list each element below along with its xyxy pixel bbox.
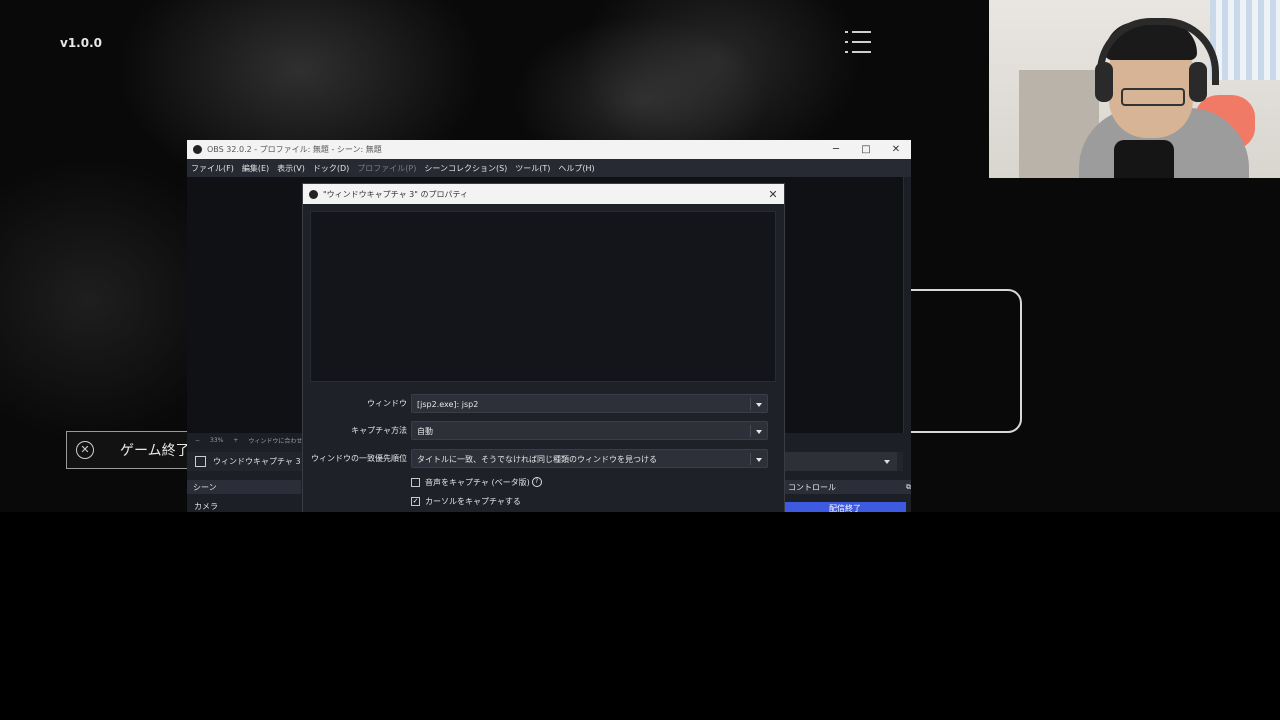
shirt-shape [1114, 140, 1174, 178]
menu-dock[interactable]: ドック(D) [309, 163, 353, 174]
capture-preview [310, 211, 776, 382]
dialog-close-button[interactable]: ✕ [762, 188, 784, 201]
glasses-shape [1121, 88, 1185, 106]
stop-streaming-button[interactable]: 配信終了 [784, 502, 906, 512]
capture-cursor-label: カーソルをキャプチャする [425, 496, 521, 506]
scene-item-camera[interactable]: カメラ [194, 501, 218, 512]
capture-audio-checkbox[interactable]: 音声をキャプチャ (ベータ版) ? [411, 476, 542, 488]
capture-audio-label: 音声をキャプチャ (ベータ版) [425, 477, 530, 487]
headphone-cup-right [1189, 62, 1207, 102]
obs-logo-icon [193, 145, 202, 154]
curtain-shape [1210, 0, 1280, 80]
menu-view[interactable]: 表示(V) [273, 163, 309, 174]
dialog-titlebar: "ウィンドウキャプチャ 3" のプロパティ ✕ [303, 184, 784, 204]
menu-profile: プロファイル(P) [357, 163, 417, 173]
window-capture-properties-dialog: "ウィンドウキャプチャ 3" のプロパティ ✕ ウィンドウ [jsp2.exe]… [302, 183, 785, 512]
checkbox-checked-icon: ✓ [411, 496, 420, 506]
zoom-fit-button[interactable]: ウィンドウに合わせ [248, 436, 302, 445]
headphone-cup-left [1095, 62, 1113, 102]
checkbox-unchecked-icon [411, 477, 420, 487]
window-icon [195, 456, 206, 467]
zoom-in-button[interactable]: + [233, 437, 238, 444]
hamburger-menu-icon[interactable] [845, 31, 871, 53]
maximize-button[interactable]: □ [851, 144, 881, 155]
minimize-button[interactable]: ─ [821, 144, 851, 155]
menu-tools[interactable]: ツール(T) [511, 163, 554, 174]
close-circle-icon: ✕ [76, 441, 94, 459]
source-dropdown[interactable] [782, 452, 897, 471]
controls-dock-title: コントロール [788, 482, 836, 492]
dialog-title: "ウィンドウキャプチャ 3" のプロパティ [323, 189, 468, 199]
capture-method-label: キャプチャ方法 [351, 426, 407, 435]
capture-method-select[interactable]: 自動 [411, 421, 768, 440]
window-match-priority-row: ウィンドウの一致優先順位 タイトルに一致、そうでなければ同じ種類のウィンドウを見… [303, 449, 784, 468]
obs-window-title: OBS 32.0.2 - プロファイル: 無題 - シーン: 無題 [207, 145, 382, 154]
selected-source-name: ウィンドウキャプチャ 3 [213, 457, 301, 466]
window-match-priority-select[interactable]: タイトルに一致、そうでなければ同じ種類のウィンドウを見つける [411, 449, 768, 468]
game-end-label: ゲーム終了 [120, 443, 190, 459]
capture-method-row: キャプチャ方法 自動 [303, 421, 784, 440]
menu-edit[interactable]: 編集(E) [238, 163, 273, 174]
window-label: ウィンドウ [367, 399, 407, 408]
scene-list: カメラ [187, 501, 218, 512]
scenes-dock-header: シーン [187, 480, 301, 494]
help-icon[interactable]: ? [531, 477, 542, 487]
obs-titlebar: OBS 32.0.2 - プロファイル: 無題 - シーン: 無題 ─ □ ✕ [187, 140, 911, 159]
version-label: v1.0.0 [60, 36, 102, 50]
close-button[interactable]: ✕ [881, 144, 911, 155]
menu-file[interactable]: ファイル(F) [187, 163, 238, 174]
obs-menubar: ファイル(F) 編集(E) 表示(V) ドック(D) プロファイル(P) シーン… [187, 159, 911, 177]
menu-scene-collection[interactable]: シーンコレクション(S) [420, 163, 511, 174]
window-row: ウィンドウ [jsp2.exe]: jsp2 [303, 394, 784, 413]
window-match-priority-label: ウィンドウの一致優先順位 [311, 454, 407, 463]
menu-help[interactable]: ヘルプ(H) [554, 163, 598, 174]
obs-logo-icon [309, 189, 318, 199]
capture-cursor-checkbox[interactable]: ✓ カーソルをキャプチャする [411, 495, 521, 507]
zoom-out-button[interactable]: − [195, 437, 200, 444]
stream-background: v1.0.0 ✕ ゲーム終了 OBS 32.0.2 - プロファイル: 無題 -… [0, 0, 1280, 512]
game-end-button[interactable]: ✕ ゲーム終了 [66, 431, 198, 469]
scenes-dock-title: シーン [193, 482, 217, 492]
webcam-feed [989, 0, 1280, 178]
zoom-value: 33% [210, 436, 224, 444]
undock-icon[interactable]: ⧉ [906, 483, 911, 492]
window-select[interactable]: [jsp2.exe]: jsp2 [411, 394, 768, 413]
controls-dock-header: コントロール ⧉ [782, 480, 911, 494]
